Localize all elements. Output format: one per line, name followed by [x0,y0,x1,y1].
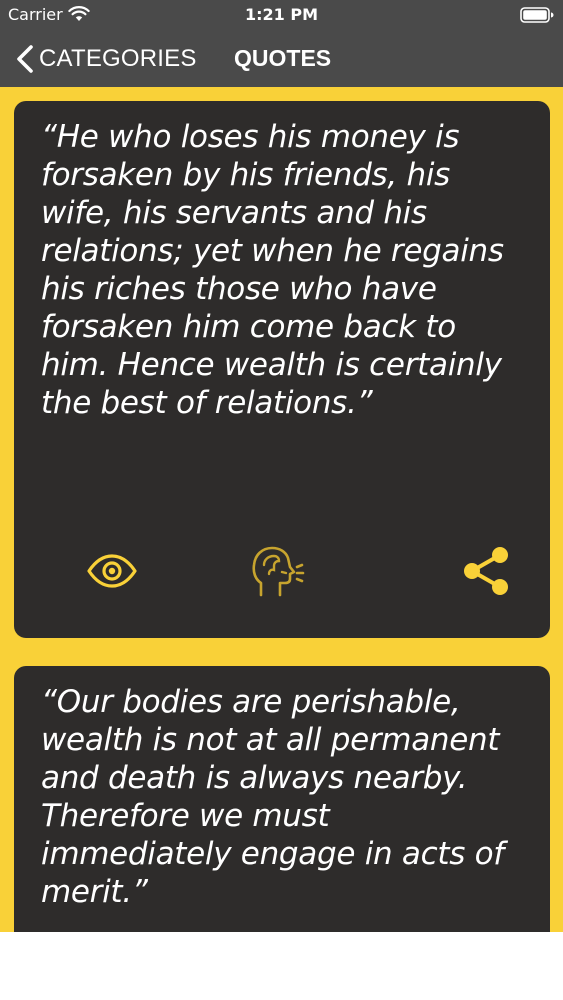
quote-card[interactable]: “He who loses his money is forsaken by h… [14,101,550,638]
top-bar: Carrier 1:21 PM CATEGORIES QUOTES [0,0,563,87]
page-title: QUOTES [234,45,332,71]
battery-icon [520,7,554,23]
back-button[interactable]: CATEGORIES [15,42,197,76]
app-screen: Carrier 1:21 PM CATEGORIES QUOTES “He wh… [0,0,563,932]
status-bar: Carrier 1:21 PM [0,0,563,30]
nav-bar: CATEGORIES QUOTES [0,30,563,87]
back-label: CATEGORIES [39,45,197,72]
chevron-left-icon [17,45,33,73]
speak-button[interactable] [248,541,308,601]
share-button[interactable] [456,541,516,601]
speaking-head-icon [252,546,305,597]
quote-actions [14,541,550,601]
eye-icon [87,554,137,588]
quote-text: “Our bodies are perishable, wealth is no… [41,684,504,910]
share-icon [464,547,508,595]
quote-card[interactable]: “Our bodies are perishable, wealth is no… [14,666,550,932]
view-button[interactable] [82,541,142,601]
quote-text: “He who loses his money is forsaken by h… [41,119,504,421]
status-time: 1:21 PM [244,5,318,24]
